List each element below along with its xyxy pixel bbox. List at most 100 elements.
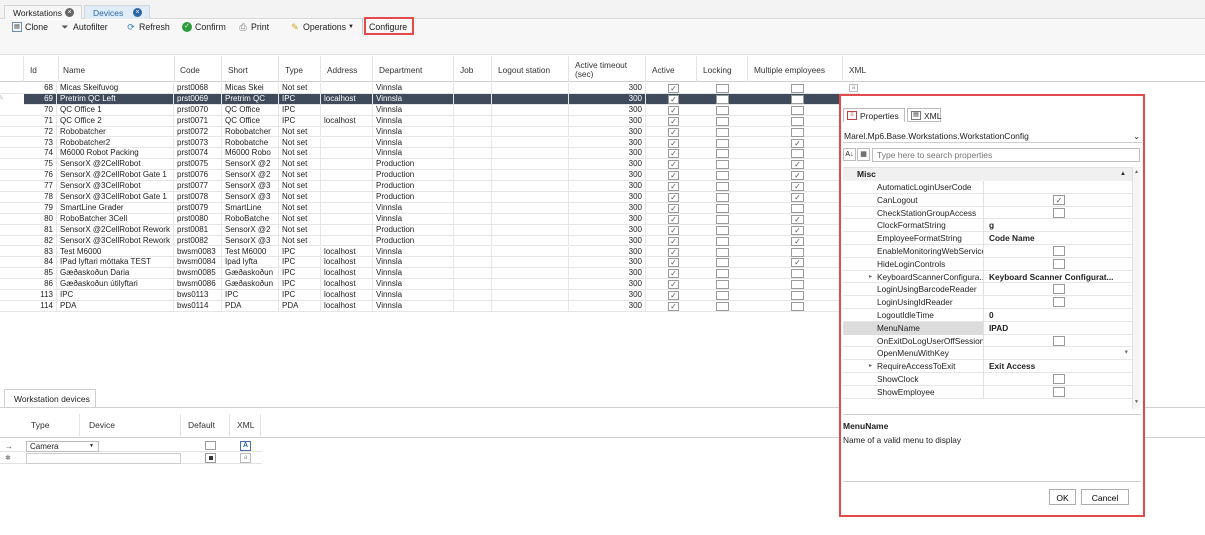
cell-id[interactable]: 79 (24, 202, 57, 214)
cell-timeout[interactable]: 300 (569, 257, 646, 269)
multiple-employees-checkbox[interactable]: ✓ (791, 160, 804, 170)
cell-department[interactable]: Production (373, 181, 454, 192)
cell-name[interactable]: IPad lyftari móttaka TEST (57, 257, 174, 269)
cell-logout[interactable] (492, 93, 569, 105)
cell-job[interactable] (454, 235, 492, 247)
table-row[interactable]: 81 SensorX @2CellRobot Rework prst0081 Sens… (0, 224, 860, 236)
cell-id[interactable]: 72 (24, 126, 57, 138)
cell-logout[interactable] (492, 148, 569, 160)
cell-logout[interactable] (492, 192, 569, 203)
cell-name[interactable]: Gæðaskoðun útilyftari (57, 279, 174, 291)
sort-alphabetical-icon[interactable]: A↓ (843, 148, 856, 161)
cell-id[interactable]: 83 (24, 246, 57, 258)
cell-logout[interactable] (492, 137, 569, 149)
cell-code[interactable]: prst0079 (174, 202, 222, 214)
cell-id[interactable]: 71 (24, 115, 57, 127)
cell-department[interactable]: Vinnsla (373, 202, 454, 214)
property-name[interactable]: KeyboardScannerConfigura... (843, 270, 984, 284)
cell-type[interactable]: Not set (279, 235, 321, 247)
cell-short[interactable]: Robobatcher (222, 126, 279, 138)
active-checkbox[interactable]: ✓ (668, 302, 679, 311)
cell-type[interactable]: IPC (279, 290, 321, 301)
locking-checkbox[interactable] (716, 171, 729, 181)
cell-address[interactable] (321, 192, 373, 203)
cell-address[interactable]: localhost (321, 290, 373, 301)
cell-job[interactable] (454, 192, 492, 203)
autofilter-button[interactable]: ⏷ Autofilter (60, 20, 107, 33)
cell-type[interactable]: IPC (279, 115, 321, 127)
cell-department[interactable]: Vinnsla (373, 290, 454, 301)
table-row[interactable]: 69 Pretrim QC Left prst0069 Pretrim QC IPC lo… (0, 93, 860, 105)
cell-id[interactable]: 69 (24, 93, 57, 105)
property-value[interactable]: Code Name (985, 232, 1132, 245)
operations-dropdown[interactable]: ✎ Operations ▼ (290, 20, 354, 33)
cell-code[interactable]: prst0081 (174, 224, 222, 236)
chevron-down-icon[interactable]: ▾ (1124, 347, 1128, 360)
cell-type[interactable]: Not set (279, 159, 321, 171)
cell-timeout[interactable]: 300 (569, 104, 646, 116)
active-checkbox[interactable]: ✓ (668, 269, 679, 279)
cell-short[interactable]: Robobatche (222, 137, 279, 149)
column-header-code[interactable]: Code (174, 56, 222, 82)
cell-id[interactable]: 86 (24, 279, 57, 291)
property-name[interactable]: EnableMonitoringWebService (843, 245, 984, 258)
cell-timeout[interactable]: 300 (569, 213, 646, 225)
property-row[interactable]: CanLogout ✓ (843, 193, 1132, 207)
new-device-field[interactable] (26, 453, 181, 464)
cell-short[interactable]: RoboBatche (222, 213, 279, 225)
cell-type[interactable]: IPC (279, 246, 321, 258)
table-row[interactable]: 83 Test M6000 bwsm0083 Test M6000 IPC localho… (0, 246, 860, 258)
cell-name[interactable]: SensorX @3CellRobot Gate 1 (57, 192, 174, 203)
cell-code[interactable]: bwsm0083 (174, 246, 222, 258)
cell-timeout[interactable]: 300 (569, 235, 646, 247)
table-row[interactable]: 114 PDA bws0114 PDA PDA localhost Vinnsla 300 ✓ (0, 301, 860, 312)
cell-type[interactable]: Not set (279, 192, 321, 203)
active-checkbox[interactable]: ✓ (668, 280, 679, 290)
column-header-locking[interactable]: Locking (697, 56, 748, 82)
property-name[interactable]: ClockFormatString (843, 219, 984, 233)
cell-short[interactable]: M6000 Robo (222, 148, 279, 160)
cell-timeout[interactable]: 300 (569, 181, 646, 192)
cell-job[interactable] (454, 224, 492, 236)
cell-short[interactable]: Gæðaskoðun (222, 268, 279, 280)
categorized-icon[interactable]: ▦ (857, 148, 870, 161)
default-checkbox[interactable] (205, 441, 216, 450)
column-header-xml[interactable]: XML (231, 414, 261, 436)
multiple-employees-checkbox[interactable]: ✓ (791, 138, 804, 148)
cell-job[interactable] (454, 170, 492, 182)
cell-short[interactable]: QC Office (222, 104, 279, 116)
table-row[interactable]: 72 Robobatcher prst0072 Robobatcher Not set V… (0, 126, 860, 138)
tab-xml[interactable]: ▤ XML (907, 108, 941, 122)
cell-job[interactable] (454, 290, 492, 301)
property-checkbox[interactable] (1053, 284, 1065, 295)
cell-timeout[interactable]: 300 (569, 268, 646, 280)
active-checkbox[interactable]: ✓ (668, 225, 679, 235)
cell-department[interactable]: Vinnsla (373, 148, 454, 160)
multiple-employees-checkbox[interactable] (791, 269, 804, 279)
column-header-device[interactable]: Device (81, 414, 181, 436)
cell-logout[interactable] (492, 159, 569, 171)
cell-job[interactable] (454, 115, 492, 127)
cell-timeout[interactable]: 300 (569, 246, 646, 258)
property-row[interactable]: HideLoginControls (843, 257, 1132, 271)
active-checkbox[interactable]: ✓ (668, 127, 679, 137)
multiple-employees-checkbox[interactable] (791, 116, 804, 126)
multiple-employees-checkbox[interactable]: ✓ (791, 236, 804, 246)
cell-department[interactable]: Vinnsla (373, 137, 454, 149)
cell-short[interactable]: SensorX @2 (222, 159, 279, 171)
cell-name[interactable]: SensorX @2CellRobot Gate 1 (57, 170, 174, 182)
cell-department[interactable]: Production (373, 192, 454, 203)
cell-type[interactable]: Not set (279, 83, 321, 94)
ok-button[interactable]: OK (1049, 489, 1076, 505)
property-name[interactable]: LoginUsingBarcodeReader (843, 283, 984, 297)
property-name[interactable]: CheckStationGroupAccess (843, 206, 984, 220)
property-row[interactable]: ClockFormatString g (843, 219, 1132, 233)
cell-logout[interactable] (492, 202, 569, 214)
property-name[interactable]: MenuName (843, 321, 984, 335)
cell-code[interactable]: prst0080 (174, 213, 222, 225)
multiple-employees-checkbox[interactable] (791, 127, 804, 137)
cell-name[interactable]: RoboBatcher 3Cell (57, 213, 174, 225)
cell-department[interactable]: Vinnsla (373, 126, 454, 138)
active-checkbox[interactable]: ✓ (668, 116, 679, 126)
column-header-department[interactable]: Department (373, 56, 454, 82)
